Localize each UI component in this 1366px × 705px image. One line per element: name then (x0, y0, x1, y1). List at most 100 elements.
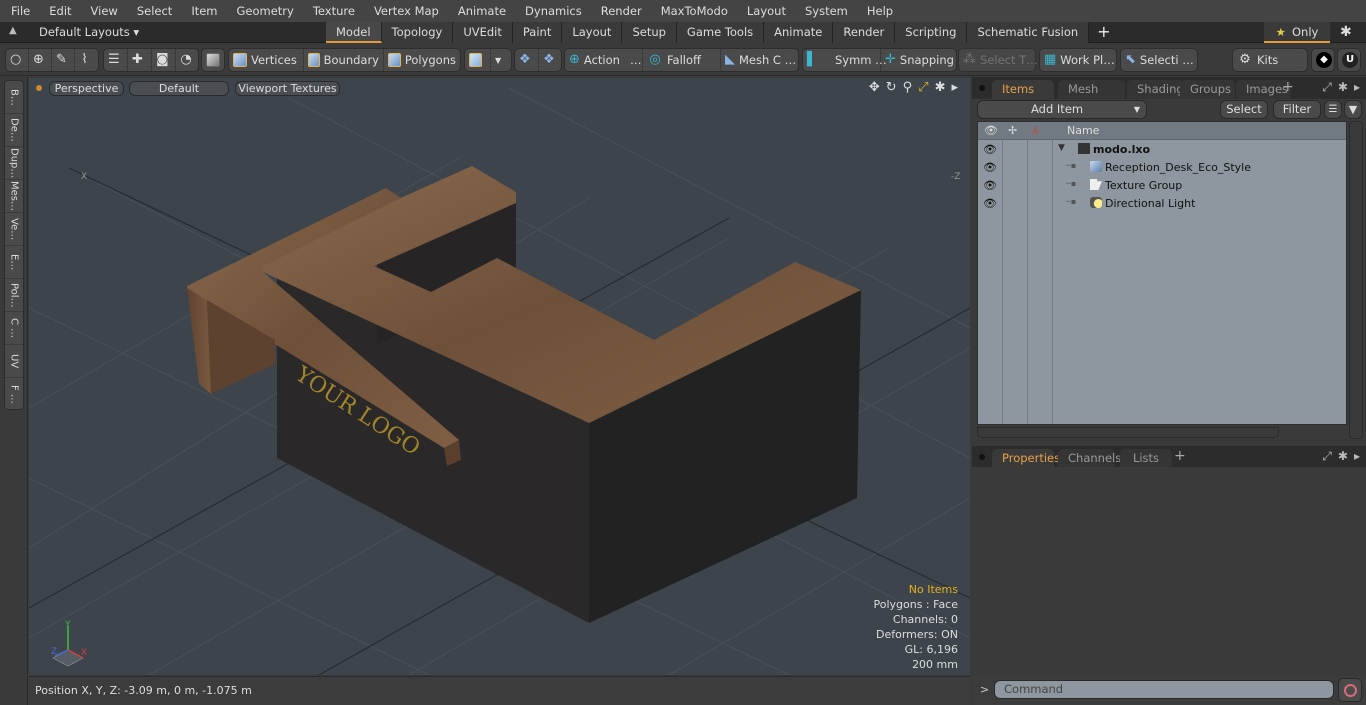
transform-button[interactable]: ❖ (515, 49, 539, 71)
frame-button[interactable]: ◙ (152, 49, 176, 71)
vtab-curve[interactable]: C … (5, 312, 23, 345)
pen-button[interactable]: ✎ (52, 49, 75, 71)
name-column-header[interactable]: Name (1067, 124, 1099, 137)
vtab-edge[interactable]: E… (5, 246, 23, 279)
panel-arrow-icon[interactable]: ▸ (1354, 80, 1360, 95)
vtab-uv[interactable]: UV (5, 345, 23, 378)
expand-icon[interactable]: ⤢ (1322, 80, 1332, 95)
gear-icon[interactable]: ✱ (1338, 80, 1348, 95)
mesh-constraint-button[interactable]: ◣ Mesh C … (721, 49, 798, 71)
only-button[interactable]: ★ Only (1264, 22, 1330, 43)
menu-geometry[interactable]: Geometry (226, 4, 302, 18)
menu-file[interactable]: File (0, 4, 38, 18)
command-input[interactable]: Command (994, 680, 1334, 699)
select-button[interactable]: Select (1220, 100, 1268, 119)
vertices-button[interactable]: Vertices (229, 49, 304, 71)
tree-row-mesh[interactable]: 👁 ┄▪ Reception_Desk_Eco_Style (978, 159, 1348, 177)
3d-viewport[interactable]: YOUR LOGO Perspective Default Viewport T… (29, 78, 970, 675)
tab-channels[interactable]: Channels (1058, 449, 1121, 468)
vtab-deform[interactable]: De… (5, 114, 23, 147)
tree-row-scene[interactable]: 👁 ▼ modo.lxo (978, 141, 1348, 159)
tab-groups[interactable]: Groups (1180, 80, 1235, 99)
uv-cross-button[interactable]: ✚ (128, 49, 152, 71)
symmetry-button[interactable]: ▌ Symm … (803, 49, 887, 71)
center-button[interactable]: ❖ (539, 49, 563, 71)
menu-select[interactable]: Select (126, 4, 180, 18)
menu-render[interactable]: Render (590, 4, 650, 18)
panel-arrow-icon[interactable]: ▸ (1354, 449, 1360, 464)
view-type-dropdown[interactable]: Perspective (49, 81, 124, 96)
viewport-textures-dropdown[interactable]: Viewport Textures (235, 81, 340, 96)
menu-item[interactable]: Item (180, 4, 225, 18)
unity-button[interactable]: ◆ (1312, 49, 1340, 71)
add-tab-button[interactable]: + (1089, 22, 1118, 43)
tab-topology[interactable]: Topology (381, 22, 454, 43)
vtab-basic[interactable]: B… (5, 81, 23, 114)
menu-dynamics[interactable]: Dynamics (514, 4, 590, 18)
tree-row-texture-group[interactable]: 👁 ┄▪ Texture Group (978, 177, 1348, 195)
boundary-button[interactable]: Boundary (304, 49, 384, 71)
tab-layout[interactable]: Layout (562, 22, 623, 43)
tab-shading[interactable]: Shading (1127, 80, 1184, 99)
menu-layout[interactable]: Layout (736, 4, 794, 18)
menu-maxtomodo[interactable]: MaxToModo (650, 4, 736, 18)
snapping-button[interactable]: ✛ Snapping (881, 49, 957, 71)
tree-horizontal-scrollbar[interactable] (977, 427, 1279, 438)
tab-game-tools[interactable]: Game Tools (676, 22, 765, 43)
eye-icon[interactable]: 👁 (983, 161, 997, 174)
maximize-icon[interactable]: ⤢ (918, 80, 928, 95)
tab-uvedit[interactable]: UVEdit (453, 22, 513, 43)
vtab-polygon[interactable]: Pol… (5, 279, 23, 312)
menu-view[interactable]: View (80, 4, 126, 18)
layout-arrow-icon[interactable]: ▲ (9, 25, 17, 36)
kits-button[interactable]: ⚙ Kits (1233, 49, 1307, 71)
eye-icon[interactable]: 👁 (983, 179, 997, 192)
lock-column-icon[interactable]: ✢ (1008, 124, 1017, 137)
eye-icon[interactable]: 👁 (983, 143, 997, 156)
gear-icon[interactable]: ✱ (935, 80, 946, 95)
visibility-column-icon[interactable]: 👁 (984, 124, 998, 137)
tab-mesh-ops[interactable]: Mesh Ops (1058, 80, 1125, 114)
collapse-triangle-icon[interactable]: ▼ (1058, 143, 1065, 153)
unreal-button[interactable]: U (1338, 49, 1366, 71)
tab-render[interactable]: Render (833, 22, 896, 43)
vtab-duplicate[interactable]: Dup… (5, 147, 23, 180)
work-plane-button[interactable]: ▦ Work Pl… (1040, 49, 1116, 71)
tree-row-light[interactable]: 👁 ┄▪ Directional Light (978, 195, 1348, 213)
vtab-vertex[interactable]: Ve… (5, 213, 23, 246)
material-mode-button[interactable] (465, 49, 491, 71)
circle-select-button[interactable]: ○ (6, 49, 29, 71)
gear-icon[interactable]: ✱ (1340, 24, 1352, 40)
tab-scripting[interactable]: Scripting (895, 22, 968, 43)
pan-icon[interactable]: ✥ (869, 80, 880, 95)
polygons-button[interactable]: Polygons (384, 49, 460, 71)
tab-model[interactable]: Model (326, 22, 382, 43)
tab-lists[interactable]: Lists (1120, 449, 1172, 468)
tab-schematic-fusion[interactable]: Schematic Fusion (967, 22, 1090, 43)
align-button[interactable]: ☰ (104, 49, 128, 71)
action-center-button[interactable]: ⊕ Action… (565, 49, 643, 71)
zoom-icon[interactable]: ⚲ (903, 80, 913, 95)
filter-button[interactable]: Filter (1273, 100, 1321, 119)
select-through-button[interactable]: ⁂ Select T… (959, 49, 1038, 71)
menu-system[interactable]: System (794, 4, 856, 18)
funnel-button[interactable]: ▼ (1344, 100, 1362, 119)
eye-icon[interactable]: 👁 (983, 197, 997, 210)
list-options-button[interactable]: ☰ (1324, 100, 1342, 119)
vtab-mesh-edit[interactable]: Mes… (5, 180, 23, 213)
menu-vertex-map[interactable]: Vertex Map (363, 4, 447, 18)
tab-properties[interactable]: Properties (992, 449, 1060, 468)
tab-animate[interactable]: Animate (764, 22, 834, 43)
expand-arrow-icon[interactable]: ▸ (951, 80, 958, 95)
tab-setup[interactable]: Setup (622, 22, 677, 43)
menu-edit[interactable]: Edit (38, 4, 79, 18)
axis-column-icon[interactable]: ⅄ (1032, 124, 1039, 137)
add-item-button[interactable]: Add Item ▼ (977, 100, 1147, 119)
falloff-button[interactable]: ◎ Falloff (643, 49, 721, 71)
add-panel-tab-button[interactable]: + (1174, 448, 1186, 464)
items-mode-button[interactable] (202, 49, 228, 71)
shading-dropdown[interactable]: Default (129, 81, 229, 96)
tree-vertical-scrollbar[interactable] (1349, 121, 1363, 439)
menu-texture[interactable]: Texture (302, 4, 363, 18)
command-history-button[interactable] (1338, 678, 1362, 702)
